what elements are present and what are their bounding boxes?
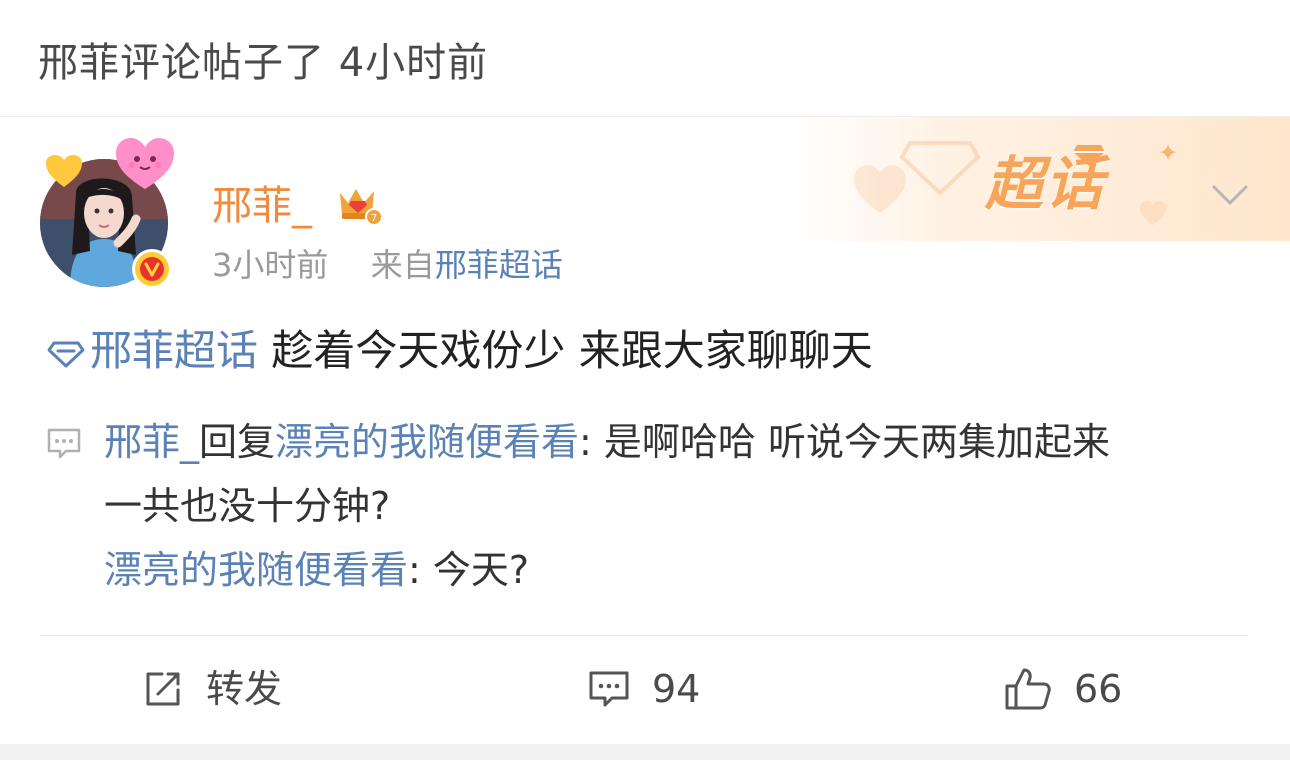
comment-1-user[interactable]: 邢菲_ [104,420,199,464]
comment-1-reply-to[interactable]: 漂亮的我随便看看 [275,420,579,464]
banner-diamond-icon [1073,145,1105,166]
comment-preview-icon [47,428,81,459]
comment-1-line-2: 一共也没十分钟? [104,484,391,528]
post-meta: 3小时前 来自邢菲超话 [212,245,563,285]
author-name[interactable]: 邢菲_ [212,181,312,231]
comment-1-line-1: 邢菲_回复漂亮的我随便看看: 是啊哈哈 听说今天两集加起来 [104,415,1110,469]
topic-link[interactable]: 邢菲超话 [90,326,258,375]
comment-2: 漂亮的我随便看看: 今天? [104,543,529,597]
heart-small-deco-icon [1140,201,1166,225]
comment-2-text: : 今天? [408,548,530,592]
repost-label: 转发 [206,667,283,711]
more-menu-button[interactable] [1210,175,1250,215]
sparkle-icon: ✦ [1158,139,1179,167]
repost-button[interactable]: 转发 [142,665,282,713]
like-button[interactable]: 66 [1004,665,1122,713]
avatar-container[interactable] [40,138,180,293]
post-body-text: 趁着今天戏份少 来跟大家聊聊天 [258,326,873,375]
diamond-topic-icon [47,341,85,367]
crown-badge-icon[interactable]: 7 [336,181,382,227]
diamond-deco-icon [900,141,980,195]
comment-icon [589,671,629,707]
vip-v-icon [140,257,164,281]
svg-text:7: 7 [371,213,377,224]
comment-2-user[interactable]: 漂亮的我随便看看 [104,548,408,592]
post-card[interactable]: 超话 ✦ 邢菲_ 7 3小时前 来自邢菲超话 邢菲超话 趁着今天戏份少 来跟大家… [0,117,1290,745]
post-time: 3小时前 [212,246,329,284]
post-body: 邢菲超话 趁着今天戏份少 来跟大家聊聊天 [46,323,873,379]
vip-badge-icon [132,249,172,289]
weibo-page: 邢菲评论帖子了 4小时前 超话 ✦ 邢菲_ 7 3小时前 来自邢菲超话 邢菲超话… [0,0,1290,760]
like-count: 66 [1074,667,1123,711]
from-prefix: 来自 [370,246,435,284]
source-link[interactable]: 邢菲超话 [435,246,563,284]
activity-text: 邢菲评论帖子了 4小时前 [38,40,489,86]
actions-divider [40,635,1248,636]
pink-heart-mascot-icon [116,138,174,189]
heart-deco-icon [854,165,906,213]
repost-icon [146,672,180,706]
bottom-separator [0,744,1290,760]
comment-1-action: 回复 [199,420,276,464]
comment-count: 94 [652,667,701,711]
activity-header: 邢菲评论帖子了 4小时前 [0,0,1290,117]
chevron-down-icon [1212,185,1248,205]
yellow-heart-icon [46,155,82,187]
comment-button[interactable]: 94 [588,665,700,713]
comment-1-text: : 是啊哈哈 听说今天两集加起来 [579,420,1111,464]
thumbs-up-icon [1005,668,1051,710]
